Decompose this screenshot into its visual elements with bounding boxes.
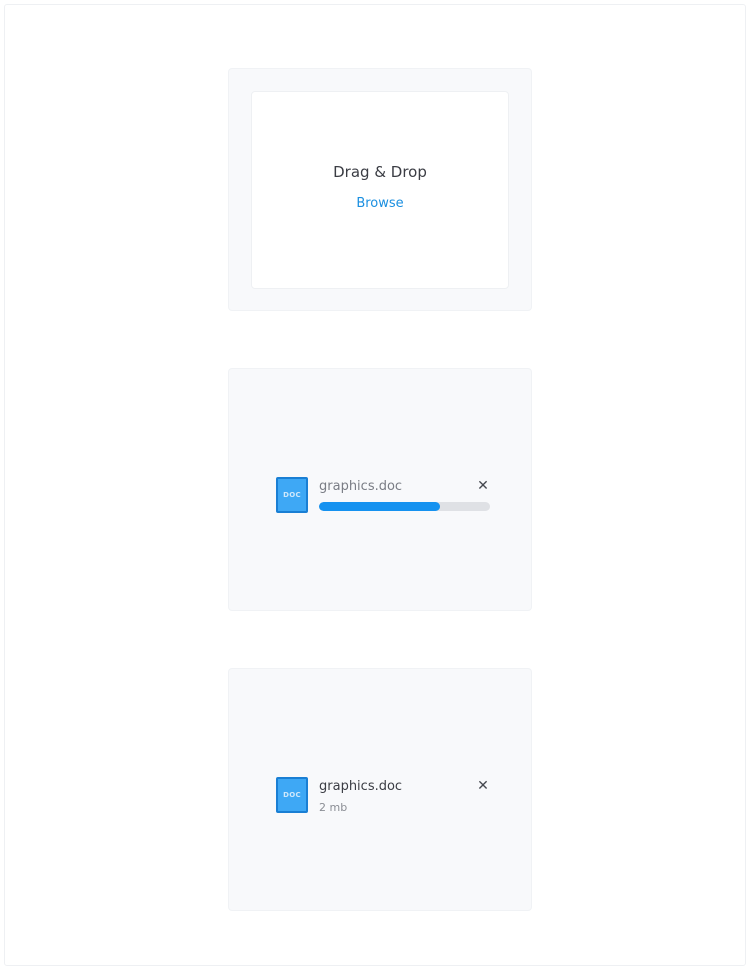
browse-link[interactable]: Browse (252, 196, 508, 211)
remove-file-close-icon[interactable]: ✕ (476, 779, 490, 793)
file-name: graphics.doc (319, 779, 403, 794)
page-frame: Drag & Drop Browse DOC graphics.doc ✕ DO… (4, 4, 746, 966)
upload-panel-complete: DOC graphics.doc 2 mb ✕ (228, 668, 532, 911)
doc-icon-label: DOC (283, 491, 301, 499)
cancel-upload-close-icon[interactable]: ✕ (476, 479, 490, 493)
doc-icon-label: DOC (283, 791, 301, 799)
drop-zone-title: Drag & Drop (333, 163, 427, 181)
file-item-uploading: DOC graphics.doc ✕ (276, 476, 491, 516)
upload-panel-uploading: DOC graphics.doc ✕ (228, 368, 532, 611)
file-item-uploaded: DOC graphics.doc 2 mb ✕ (276, 776, 491, 816)
upload-panel-empty: Drag & Drop Browse (228, 68, 532, 311)
file-size: 2 mb (319, 801, 348, 814)
file-name: graphics.doc (319, 479, 403, 494)
doc-file-icon: DOC (276, 477, 308, 513)
doc-file-icon: DOC (276, 777, 308, 813)
drop-zone[interactable]: Drag & Drop Browse (251, 91, 509, 289)
upload-progress-fill (319, 502, 441, 511)
upload-progress-bar (319, 502, 490, 511)
